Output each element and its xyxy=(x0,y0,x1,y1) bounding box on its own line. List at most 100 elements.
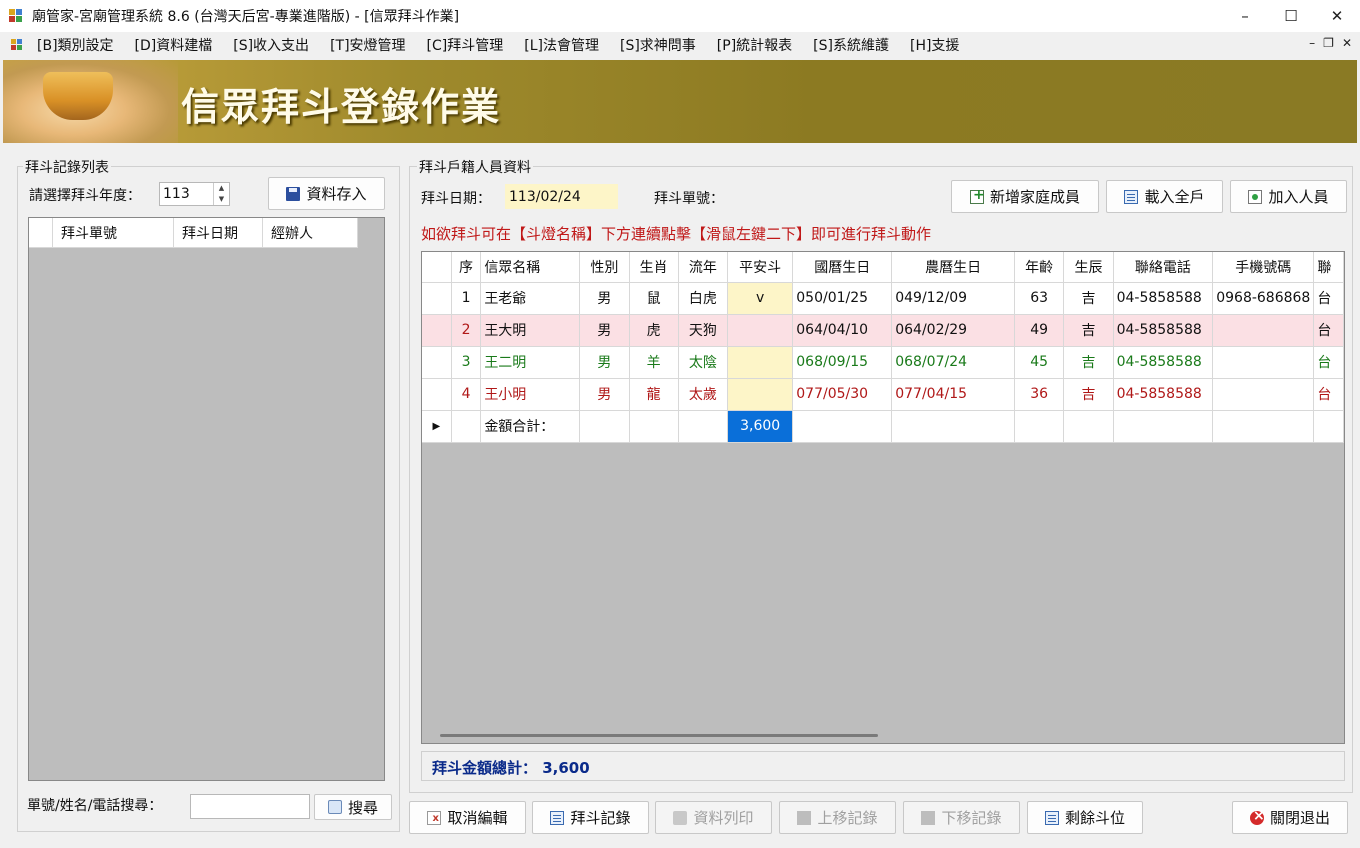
cell-lunar-birthday[interactable]: 064/02/29 xyxy=(891,314,1016,347)
cell-solar-birthday[interactable]: 068/09/15 xyxy=(792,346,893,379)
cell-name[interactable]: 王二明 xyxy=(480,346,581,379)
record-list-grid[interactable]: 拜斗單號 拜斗日期 經辦人 xyxy=(28,217,385,781)
column-header-lunar-birthday[interactable]: 農曆生日 xyxy=(891,252,1016,283)
table-row[interactable]: 3 王二明 男 羊 太陰 068/09/15 068/07/24 45 吉 04… xyxy=(422,346,1344,379)
cell-solar-birthday[interactable]: 064/04/10 xyxy=(792,314,893,347)
cell-solar-birthday[interactable]: 077/05/30 xyxy=(792,378,893,411)
row-header[interactable] xyxy=(422,378,452,411)
table-row[interactable]: 2 王大明 男 虎 天狗 064/04/10 064/02/29 49 吉 04… xyxy=(422,314,1344,347)
column-header-dou-date[interactable]: 拜斗日期 xyxy=(174,218,263,248)
menu-data-entry[interactable]: [D]資料建檔 xyxy=(135,35,213,55)
cell-name[interactable]: 王小明 xyxy=(480,378,581,411)
year-spinner[interactable]: 113 ▲ ▼ xyxy=(159,182,230,206)
spinner-arrows-icon[interactable]: ▲ ▼ xyxy=(213,183,229,205)
cell-gender[interactable]: 男 xyxy=(579,314,630,347)
cell-gender[interactable]: 男 xyxy=(579,346,630,379)
horizontal-scrollbar[interactable] xyxy=(440,734,878,737)
cell-phone[interactable]: 04-5858588 xyxy=(1113,282,1214,315)
cell-birth-hour[interactable]: 吉 xyxy=(1063,346,1114,379)
sum-row[interactable]: ▶ 金額合計： 3,600 xyxy=(422,410,1344,443)
dou-records-button[interactable]: 拜斗記錄 xyxy=(532,801,649,834)
cell-birth-hour[interactable]: 吉 xyxy=(1063,282,1114,315)
menu-support[interactable]: [H]支援 xyxy=(910,35,959,55)
column-header-contact-more[interactable]: 聯 xyxy=(1313,252,1344,283)
cell-seq[interactable]: 2 xyxy=(451,314,482,347)
cell-lunar-birthday[interactable]: 068/07/24 xyxy=(891,346,1016,379)
cell-empty[interactable] xyxy=(629,410,679,443)
cell-lunar-birthday[interactable]: 077/04/15 xyxy=(891,378,1016,411)
cell-mobile[interactable] xyxy=(1212,378,1315,411)
cell-empty[interactable] xyxy=(678,410,729,443)
cell-phone[interactable]: 04-5858588 xyxy=(1113,314,1214,347)
add-person-button[interactable]: 加入人員 xyxy=(1230,180,1347,213)
column-header-gender[interactable]: 性別 xyxy=(579,252,630,283)
cell-birth-hour[interactable]: 吉 xyxy=(1063,314,1114,347)
cell-phone[interactable]: 04-5858588 xyxy=(1113,346,1214,379)
column-header-order-no[interactable]: 拜斗單號 xyxy=(53,218,174,248)
cell-empty[interactable] xyxy=(1014,410,1065,443)
cell-contact-more[interactable]: 台 xyxy=(1313,378,1344,411)
minimize-button[interactable]: – xyxy=(1222,0,1268,32)
cell-peace-dou[interactable] xyxy=(727,314,794,347)
cell-birth-hour[interactable]: 吉 xyxy=(1063,378,1114,411)
maximize-button[interactable]: ☐ xyxy=(1268,0,1314,32)
cell-zodiac[interactable]: 龍 xyxy=(629,378,679,411)
cell-solar-birthday[interactable]: 050/01/25 xyxy=(792,282,893,315)
cell-year-star[interactable]: 太歲 xyxy=(678,378,729,411)
search-input[interactable] xyxy=(190,794,310,819)
mdi-minimize-button[interactable]: – xyxy=(1309,36,1315,50)
cell-year-star[interactable]: 白虎 xyxy=(678,282,729,315)
cell-empty[interactable] xyxy=(1063,410,1114,443)
cell-age[interactable]: 49 xyxy=(1014,314,1065,347)
cell-zodiac[interactable]: 虎 xyxy=(629,314,679,347)
dou-date-field[interactable]: 113/02/24 xyxy=(505,184,618,209)
cell-peace-dou[interactable]: v xyxy=(727,282,794,315)
remaining-slots-button[interactable]: 剩餘斗位 xyxy=(1027,801,1143,834)
column-header-year-star[interactable]: 流年 xyxy=(678,252,729,283)
column-header-solar-birthday[interactable]: 國曆生日 xyxy=(792,252,893,283)
cell-contact-more[interactable]: 台 xyxy=(1313,314,1344,347)
cell-empty[interactable] xyxy=(451,410,482,443)
cell-empty[interactable] xyxy=(792,410,893,443)
menu-ceremony-management[interactable]: [L]法會管理 xyxy=(524,35,599,55)
cell-seq[interactable]: 4 xyxy=(451,378,482,411)
load-household-button[interactable]: 載入全戶 xyxy=(1106,180,1223,213)
move-up-button[interactable]: 上移記錄 xyxy=(779,801,896,834)
cell-seq[interactable]: 3 xyxy=(451,346,482,379)
cell-phone[interactable]: 04-5858588 xyxy=(1113,378,1214,411)
close-window-button[interactable]: ✕ xyxy=(1314,0,1360,32)
cell-age[interactable]: 63 xyxy=(1014,282,1065,315)
column-header-age[interactable]: 年齡 xyxy=(1014,252,1065,283)
save-data-button[interactable]: 資料存入 xyxy=(268,177,385,210)
cell-peace-dou[interactable] xyxy=(727,378,794,411)
mdi-restore-button[interactable]: ❐ xyxy=(1323,36,1334,50)
cell-contact-more[interactable]: 台 xyxy=(1313,282,1344,315)
row-header[interactable] xyxy=(422,346,452,379)
column-header-seq[interactable]: 序 xyxy=(451,252,482,283)
cell-year-star[interactable]: 天狗 xyxy=(678,314,729,347)
cell-contact-more[interactable]: 台 xyxy=(1313,346,1344,379)
mdi-close-button[interactable]: ✕ xyxy=(1342,36,1352,50)
row-header[interactable] xyxy=(422,314,452,347)
menu-income-expense[interactable]: [S]收入支出 xyxy=(233,35,309,55)
cell-age[interactable]: 36 xyxy=(1014,378,1065,411)
cell-gender[interactable]: 男 xyxy=(579,378,630,411)
close-exit-button[interactable]: 關閉退出 xyxy=(1232,801,1348,834)
column-header-birth-hour[interactable]: 生辰 xyxy=(1063,252,1114,283)
column-header-phone[interactable]: 聯絡電話 xyxy=(1113,252,1214,283)
cell-mobile[interactable] xyxy=(1212,314,1315,347)
column-header-handler[interactable]: 經辦人 xyxy=(263,218,358,248)
column-header-zodiac[interactable]: 生肖 xyxy=(629,252,679,283)
menu-dou-management[interactable]: [C]拜斗管理 xyxy=(427,35,504,55)
column-header-peace-dou[interactable]: 平安斗 xyxy=(727,252,794,283)
cell-gender[interactable]: 男 xyxy=(579,282,630,315)
menu-lamp-management[interactable]: [T]安燈管理 xyxy=(330,35,405,55)
cell-empty[interactable] xyxy=(891,410,1016,443)
menu-reports[interactable]: [P]統計報表 xyxy=(717,35,792,55)
cell-mobile[interactable] xyxy=(1212,346,1315,379)
mdi-child-icon[interactable] xyxy=(11,39,23,51)
menu-divination[interactable]: [S]求神問事 xyxy=(620,35,696,55)
row-header[interactable] xyxy=(422,282,452,315)
cell-year-star[interactable]: 太陰 xyxy=(678,346,729,379)
cell-empty[interactable] xyxy=(579,410,630,443)
